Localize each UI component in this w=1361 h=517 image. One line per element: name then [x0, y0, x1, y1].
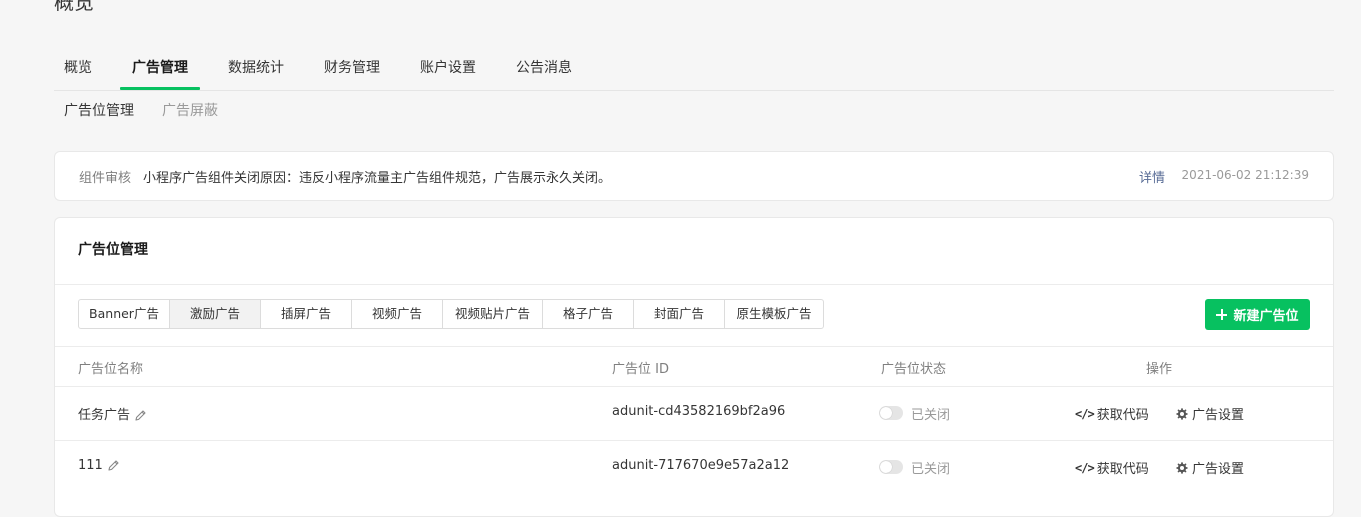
gear-icon	[1176, 407, 1188, 420]
column-header-id: 广告位 ID	[612, 362, 669, 377]
get-code-label: 获取代码	[1096, 462, 1149, 477]
ad-type-native-template[interactable]: 原生模板广告	[725, 300, 823, 328]
ad-type-banner[interactable]: Banner广告	[79, 300, 170, 328]
status-text: 已关闭	[911, 462, 951, 477]
get-code-label: 获取代码	[1096, 408, 1149, 423]
tab-account-settings[interactable]: 账户设置	[410, 50, 486, 89]
column-header-actions: 操作	[1146, 362, 1173, 377]
get-code-button[interactable]: </> 获取代码	[1075, 458, 1149, 478]
ad-type-interstitial[interactable]: 插屏广告	[261, 300, 352, 328]
toggle-knob	[880, 461, 892, 473]
new-ad-unit-label: 新建广告位	[1233, 309, 1299, 324]
column-header-status: 广告位状态	[881, 362, 947, 377]
tab-finance-management[interactable]: 财务管理	[314, 50, 390, 89]
notice-timestamp: 2021-06-02 21:12:39	[1181, 168, 1309, 182]
pencil-icon[interactable]	[107, 459, 120, 472]
tab-ad-management[interactable]: 广告管理	[120, 50, 200, 90]
divider	[55, 346, 1333, 347]
notice-label: 组件审核	[79, 171, 132, 186]
divider	[55, 284, 1333, 285]
tab-data-statistics[interactable]: 数据统计	[218, 50, 294, 89]
subtab-ad-blocking[interactable]: 广告屏蔽	[162, 100, 218, 122]
notice-detail-link[interactable]: 详情	[1139, 167, 1165, 186]
code-icon: </>	[1075, 460, 1095, 475]
ad-settings-button[interactable]: 广告设置	[1175, 404, 1244, 423]
ad-unit-card: 广告位管理 Banner广告 激励广告 插屏广告 视频广告 视频贴片广告 格子广…	[54, 217, 1334, 517]
sub-tabs: 广告位管理 广告屏蔽	[64, 100, 218, 122]
ad-type-rewarded[interactable]: 激励广告	[170, 300, 261, 328]
ad-unit-name: 任务广告	[78, 408, 131, 423]
ad-type-grid[interactable]: 格子广告	[543, 300, 634, 328]
main-tabs: 概览 广告管理 数据统计 财务管理 账户设置 公告消息	[54, 50, 1334, 91]
ad-unit-id: adunit-717670e9e57a2a12	[612, 458, 790, 473]
review-notice: 组件审核 小程序广告组件关闭原因：违反小程序流量主广告组件规范，广告展示永久关闭…	[54, 151, 1334, 201]
status-text: 已关闭	[911, 408, 951, 423]
ad-unit-id: adunit-cd43582169bf2a96	[612, 404, 786, 419]
card-title: 广告位管理	[78, 242, 148, 258]
table-row: 任务广告 adunit-cd43582169bf2a96 已关闭 </> 获取代码…	[55, 387, 1333, 440]
code-icon: </>	[1075, 406, 1095, 421]
ad-settings-button[interactable]: 广告设置	[1175, 458, 1244, 477]
ad-settings-label: 广告设置	[1192, 462, 1245, 477]
get-code-button[interactable]: </> 获取代码	[1075, 404, 1149, 424]
ad-unit-name: 111	[78, 458, 103, 473]
ad-type-video-preroll[interactable]: 视频贴片广告	[443, 300, 543, 328]
page-title: 概览	[54, 0, 94, 14]
notice-text: 小程序广告组件关闭原因：违反小程序流量主广告组件规范，广告展示永久关闭。	[143, 171, 612, 186]
gear-icon	[1176, 461, 1188, 474]
subtab-ad-unit-management[interactable]: 广告位管理	[64, 100, 134, 122]
ad-unit-name-cell: 111	[78, 458, 120, 473]
ad-settings-label: 广告设置	[1192, 408, 1245, 423]
tab-overview[interactable]: 概览	[54, 50, 102, 89]
new-ad-unit-button[interactable]: 新建广告位	[1205, 299, 1310, 330]
ad-type-cover[interactable]: 封面广告	[634, 300, 725, 328]
tab-announcements[interactable]: 公告消息	[506, 50, 582, 89]
toggle-knob	[880, 407, 892, 419]
pencil-icon[interactable]	[134, 409, 147, 422]
status-toggle[interactable]	[879, 406, 903, 420]
ad-type-video[interactable]: 视频广告	[352, 300, 443, 328]
status-toggle[interactable]	[879, 460, 903, 474]
ad-unit-name-cell: 任务广告	[78, 404, 147, 423]
table-row: 111 adunit-717670e9e57a2a12 已关闭 </> 获取代码 …	[55, 441, 1333, 494]
column-header-name: 广告位名称	[78, 362, 144, 377]
plus-icon	[1216, 309, 1228, 320]
ad-type-selector: Banner广告 激励广告 插屏广告 视频广告 视频贴片广告 格子广告 封面广告…	[78, 299, 824, 329]
